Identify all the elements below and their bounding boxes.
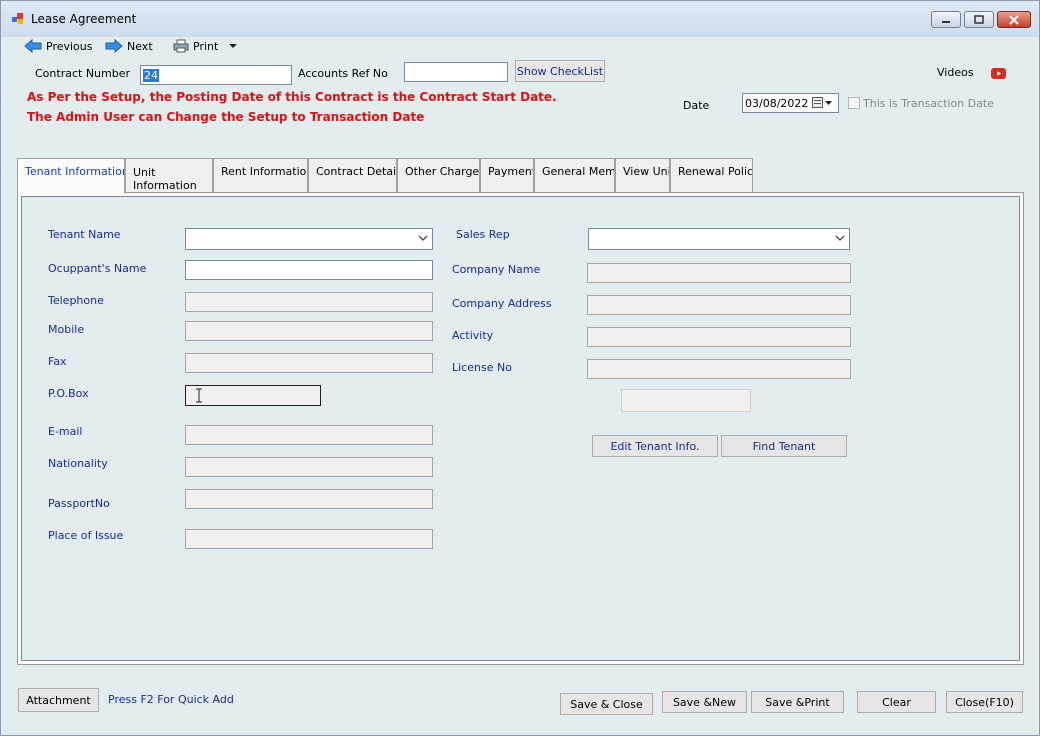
save-close-button[interactable]: Save & Close [560, 693, 653, 715]
arrow-right-icon [105, 39, 123, 53]
tab-contract-details[interactable]: Contract Details [308, 158, 397, 192]
sales-rep-label: Sales Rep [456, 228, 510, 241]
contract-number-value: 24 [143, 69, 159, 82]
chevron-down-icon [418, 235, 428, 241]
tab-renewal-policy[interactable]: Renewal Policy [670, 158, 753, 192]
contract-number-label: Contract Number [35, 67, 131, 80]
admin-setup-notice: The Admin User can Change the Setup to T… [27, 110, 425, 124]
find-tenant-button[interactable]: Find Tenant [721, 435, 847, 457]
occupant-name-label: Ocuppant's Name [48, 262, 147, 275]
app-icon [12, 13, 23, 24]
license-no-label: License No [452, 361, 512, 374]
next-button[interactable]: Next [105, 38, 153, 54]
nationality-field [185, 457, 433, 477]
sales-rep-select[interactable] [588, 228, 850, 250]
telephone-field [185, 292, 433, 312]
tab-view-unit[interactable]: View Unit [615, 158, 670, 192]
videos-label: Videos [937, 66, 974, 79]
arrow-left-icon [24, 39, 42, 53]
tab-unit-information[interactable]: Unit Information [125, 158, 213, 192]
contract-number-input[interactable]: 24 [140, 65, 292, 85]
nationality-label: Nationality [48, 457, 108, 470]
tab-other-charges[interactable]: Other Charges [397, 158, 480, 192]
posting-date-notice: As Per the Setup, the Posting Date of th… [27, 90, 557, 104]
occupant-name-input[interactable] [185, 260, 433, 280]
quick-add-hint: Press F2 For Quick Add [108, 693, 234, 706]
tab-general-memo[interactable]: General Memo [534, 158, 615, 192]
fax-label: Fax [48, 355, 67, 368]
date-picker[interactable]: 03/08/2022 [742, 93, 839, 113]
print-label: Print [193, 39, 219, 53]
minimize-button[interactable] [931, 11, 961, 28]
attachment-button[interactable]: Attachment [18, 688, 99, 712]
title-bar: Lease Agreement [1, 1, 1039, 37]
activity-field [587, 327, 851, 347]
clear-button[interactable]: Clear [857, 691, 936, 713]
previous-button[interactable]: Previous [24, 38, 93, 54]
transaction-date-label: This is Transaction Date [863, 97, 994, 110]
passport-no-label: PassportNo [48, 497, 110, 510]
po-box-input[interactable] [185, 385, 321, 406]
close-window-button[interactable] [997, 11, 1031, 28]
previous-label: Previous [46, 39, 93, 53]
print-button[interactable]: Print [173, 38, 238, 54]
date-value: 03/08/2022 [745, 97, 809, 110]
company-name-field [587, 263, 851, 283]
tab-rent-information[interactable]: Rent Information [213, 158, 308, 192]
license-no-field [587, 359, 851, 379]
mobile-label: Mobile [48, 323, 85, 336]
place-of-issue-label: Place of Issue [48, 529, 124, 542]
transaction-date-checkbox[interactable] [848, 97, 860, 109]
chevron-down-icon [835, 235, 845, 241]
email-field [185, 425, 433, 445]
passport-no-field [185, 489, 433, 509]
po-box-label: P.O.Box [48, 387, 89, 400]
save-print-button[interactable]: Save &Print [751, 691, 844, 713]
date-label: Date [683, 99, 710, 112]
text-cursor-icon [196, 388, 202, 403]
mobile-field [185, 321, 433, 341]
email-label: E-mail [48, 425, 83, 438]
next-label: Next [127, 39, 153, 53]
save-new-button[interactable]: Save &New [662, 691, 747, 713]
company-name-label: Company Name [452, 263, 541, 276]
window-title: Lease Agreement [31, 12, 137, 26]
company-address-label: Company Address [452, 297, 552, 310]
accounts-ref-input[interactable] [404, 62, 508, 82]
close-button[interactable]: Close(F10) [946, 691, 1023, 713]
company-address-field [587, 295, 851, 315]
telephone-label: Telephone [48, 294, 104, 307]
tenant-photo-box [621, 389, 751, 412]
tab-tenant-information[interactable]: Tenant Information [17, 158, 125, 194]
chevron-down-icon [229, 44, 238, 48]
edit-tenant-info-button[interactable]: Edit Tenant Info. [592, 435, 718, 457]
maximize-button[interactable] [964, 11, 994, 28]
tenant-name-label: Tenant Name [48, 228, 121, 241]
place-of-issue-field [185, 529, 433, 549]
accounts-ref-label: Accounts Ref No [298, 67, 388, 80]
calendar-dropdown-icon [812, 97, 832, 108]
fax-field [185, 353, 433, 373]
printer-icon [173, 39, 189, 53]
tenant-name-select[interactable] [185, 228, 433, 250]
close-icon [1009, 14, 1019, 25]
tab-payment[interactable]: Payment [480, 158, 534, 192]
lease-agreement-window: Lease Agreement Previous Next Print Cont… [0, 0, 1040, 736]
restore-icon [974, 15, 984, 24]
activity-label: Activity [452, 329, 494, 342]
minimize-icon [942, 20, 950, 23]
youtube-icon[interactable] [991, 68, 1006, 79]
show-checklist-button[interactable]: Show CheckList [515, 60, 605, 82]
